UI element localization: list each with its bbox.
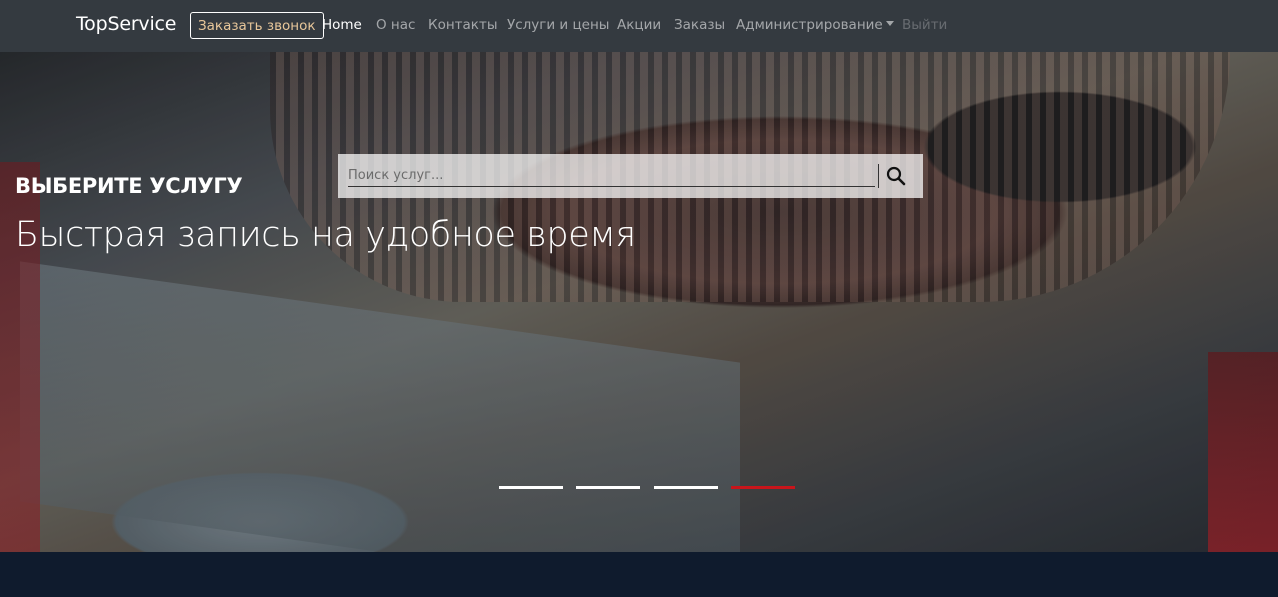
search-box — [338, 154, 923, 198]
nav-about[interactable]: О нас — [376, 17, 415, 33]
nav-logout[interactable]: Выйти — [902, 17, 947, 33]
top-navbar: TopService Заказать звонок Home О нас Ко… — [0, 0, 1278, 52]
search-button[interactable] — [884, 164, 908, 188]
order-call-button[interactable]: Заказать звонок — [190, 12, 324, 39]
hero-title: Быстрая запись на удобное время — [15, 215, 636, 255]
nav-promotions[interactable]: Акции — [617, 17, 661, 33]
nav-home[interactable]: Home — [322, 17, 362, 33]
carousel-indicator-4-active[interactable] — [731, 486, 795, 489]
carousel-indicator-3[interactable] — [654, 486, 718, 489]
search-input[interactable] — [348, 165, 875, 187]
caret-down-icon — [885, 21, 894, 26]
nav-administration-label: Администрирование — [736, 17, 883, 33]
page-footer-band — [0, 552, 1278, 597]
brand-logo[interactable]: TopService — [76, 13, 176, 35]
hero-subtitle: ВЫБЕРИТЕ УСЛУГУ — [15, 174, 243, 198]
nav-services-prices[interactable]: Услуги и цены — [507, 17, 609, 33]
search-divider — [878, 164, 879, 188]
carousel-indicator-1[interactable] — [499, 486, 563, 489]
nav-administration-dropdown[interactable]: Администрирование — [736, 17, 894, 33]
nav-orders[interactable]: Заказы — [674, 17, 725, 33]
hero-image-overlay — [0, 52, 1278, 552]
hero-carousel: ВЫБЕРИТЕ УСЛУГУ Быстрая запись на удобно… — [0, 52, 1278, 552]
nav-contacts[interactable]: Контакты — [428, 17, 497, 33]
search-icon — [886, 166, 906, 186]
carousel-indicator-2[interactable] — [576, 486, 640, 489]
